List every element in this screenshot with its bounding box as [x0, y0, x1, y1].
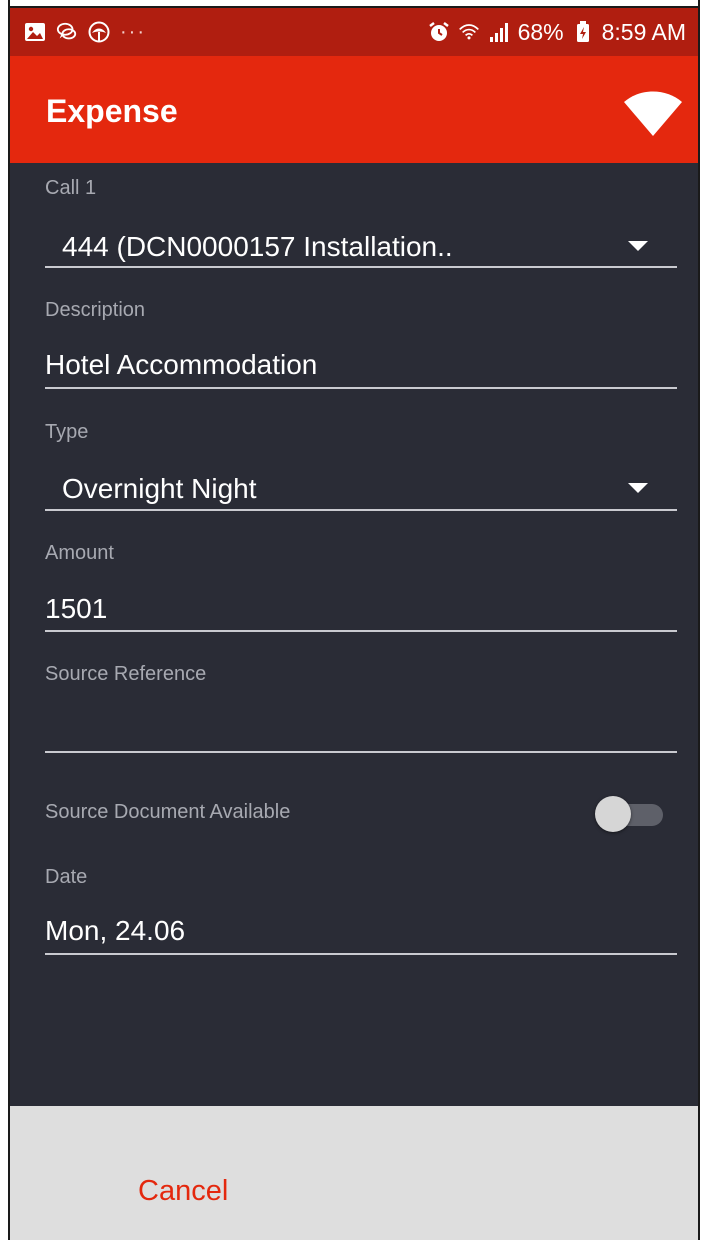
- image-icon: [24, 21, 46, 43]
- chevron-down-icon[interactable]: [626, 240, 650, 252]
- cancel-button[interactable]: Cancel: [138, 1174, 228, 1208]
- description-underline: [45, 387, 677, 389]
- app-bar: Expense: [10, 56, 698, 163]
- type-label: Type: [45, 421, 89, 443]
- call-select[interactable]: 444 (DCN0000157 Installation..: [62, 230, 453, 264]
- wifi-icon: [458, 21, 480, 43]
- wifi-status-icon[interactable]: [622, 88, 684, 138]
- type-underline: [45, 509, 677, 511]
- status-time: 8:59 AM: [601, 18, 686, 45]
- page-title: Expense: [46, 93, 178, 129]
- status-overflow-dots: ···: [120, 21, 146, 43]
- battery-icon: [572, 21, 594, 43]
- call-label: Call 1: [45, 177, 97, 199]
- alarm-icon: [428, 21, 450, 43]
- frame-border-right: [698, 0, 700, 1240]
- source-reference-label: Source Reference: [45, 663, 207, 685]
- bottom-action-bar: Cancel: [10, 1106, 698, 1240]
- leaf-icon: [88, 21, 110, 43]
- source-reference-underline: [45, 751, 677, 753]
- signal-icon: [488, 21, 510, 43]
- source-document-label: Source Document Available: [45, 801, 291, 823]
- date-underline: [45, 953, 677, 955]
- chevron-down-icon[interactable]: [626, 482, 650, 494]
- source-document-toggle[interactable]: [591, 794, 669, 834]
- amount-input[interactable]: 1501: [45, 592, 107, 626]
- toggle-thumb[interactable]: [595, 796, 631, 832]
- battery-percent: 68%: [517, 18, 564, 45]
- amount-underline: [45, 630, 677, 632]
- date-picker[interactable]: Mon, 24.06: [45, 914, 185, 948]
- app-screen: ··· 68% 8:59 AM Expense Call 1 444 (DCN0…: [10, 8, 698, 1240]
- type-select[interactable]: Overnight Night: [62, 472, 257, 506]
- status-bar: ··· 68% 8:59 AM: [10, 8, 698, 56]
- description-input[interactable]: Hotel Accommodation: [45, 348, 317, 382]
- screenshot-frame: ··· 68% 8:59 AM Expense Call 1 444 (DCN0…: [0, 0, 701, 1240]
- amount-label: Amount: [45, 542, 114, 564]
- date-label: Date: [45, 866, 88, 888]
- description-label: Description: [45, 299, 146, 321]
- chat-icon: [56, 21, 78, 43]
- status-bar-right: 68% 8:59 AM: [428, 18, 686, 46]
- status-bar-left: ···: [24, 18, 146, 46]
- call-underline: [45, 266, 677, 268]
